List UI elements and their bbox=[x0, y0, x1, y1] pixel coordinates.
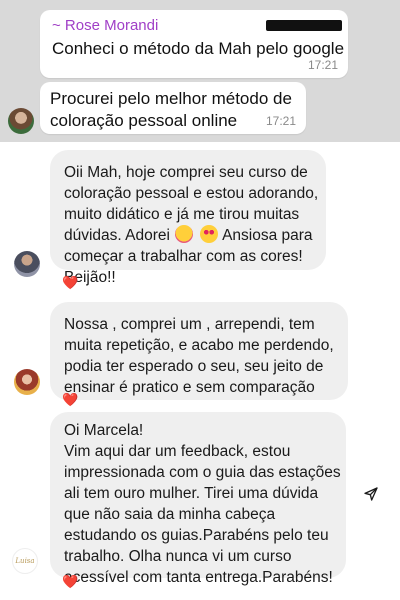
testimonial-message-2: Nossa , comprei um , arrependi, tem muit… bbox=[50, 302, 348, 400]
heart-eyes-emoji-icon bbox=[199, 225, 218, 243]
testimonial-text: Ansiosa para bbox=[222, 227, 313, 244]
sender-avatar bbox=[8, 108, 34, 134]
testimonial-message-1: Oii Mah, hoje comprei seu curso de color… bbox=[50, 150, 326, 286]
testimonial-line: podia ter esperado o seu, seu jeito de bbox=[64, 358, 324, 375]
testimonial-line: acessível com tanta entrega.Parabéns! bbox=[64, 569, 333, 586]
testimonial-message-3: Oi Marcela! Vim aqui dar um feedback, es… bbox=[50, 412, 346, 586]
brand-logo-text: Luisa bbox=[15, 557, 35, 565]
chat-message-1: ~ Rose Morandi Conheci o método da Mah p… bbox=[40, 10, 348, 78]
testimonial-line: Nossa , comprei um , arrependi, tem bbox=[64, 316, 315, 333]
testimonial-line: estudando os guias.Parabéns pelo teu bbox=[64, 527, 329, 544]
message-time: 17:21 bbox=[265, 114, 296, 128]
testimonial-line: Vim aqui dar um feedback, estou bbox=[64, 443, 291, 460]
testimonial-line: Oii Mah, hoje comprei seu curso de bbox=[64, 164, 308, 181]
heart-icon: ❤️ bbox=[62, 574, 79, 589]
testimonial-text: dúvidas. Adorei bbox=[64, 227, 170, 244]
send-icon[interactable] bbox=[363, 486, 379, 502]
testimonial-line: impressionada com o guia das estações bbox=[64, 464, 341, 481]
testimonial-line: ensinar é pratico e sem comparação bbox=[64, 379, 315, 396]
user-avatar bbox=[14, 251, 40, 277]
redacted-phone-number bbox=[266, 20, 342, 31]
testimonial-line: coloração pessoal e estou adorando, bbox=[64, 185, 319, 202]
whatsapp-chat-area: ~ Rose Morandi Conheci o método da Mah p… bbox=[0, 0, 400, 142]
smiling-hearts-emoji-icon bbox=[175, 225, 194, 243]
testimonial-line: trabalho. Olha nunca vi um curso bbox=[64, 548, 292, 565]
chat-message-2: Procurei pelo melhor método de coloração… bbox=[40, 82, 306, 134]
testimonial-line: Beijão!! bbox=[64, 269, 116, 286]
heart-icon: ❤️ bbox=[62, 275, 79, 290]
testimonial-line-with-emoji: dúvidas. Adorei Ansiosa para bbox=[64, 225, 313, 246]
testimonial-line: começar a trabalhar com as cores! bbox=[64, 248, 303, 265]
testimonial-line: Oi Marcela! bbox=[64, 422, 144, 439]
brand-logo-avatar: Luisa bbox=[12, 548, 38, 574]
message-time: 17:21 bbox=[307, 58, 338, 72]
testimonial-line: que não saia da minha cabeça bbox=[64, 506, 276, 523]
heart-icon: ❤️ bbox=[62, 392, 79, 407]
message-text: Conheci o método da Mah pelo google bbox=[52, 39, 345, 58]
user-avatar bbox=[14, 369, 40, 395]
testimonial-line: muito didático e já me tirou muitas bbox=[64, 206, 300, 223]
message-sender-name: ~ Rose Morandi bbox=[52, 17, 159, 34]
testimonial-line: ali tem ouro mulher. Tirei uma dúvida bbox=[64, 485, 319, 502]
message-text-line-2: coloração pessoal online bbox=[50, 111, 238, 130]
testimonial-line: muita repetição, e acabo me perdendo, bbox=[64, 337, 334, 354]
message-text-line-1: Procurei pelo melhor método de bbox=[50, 89, 292, 108]
